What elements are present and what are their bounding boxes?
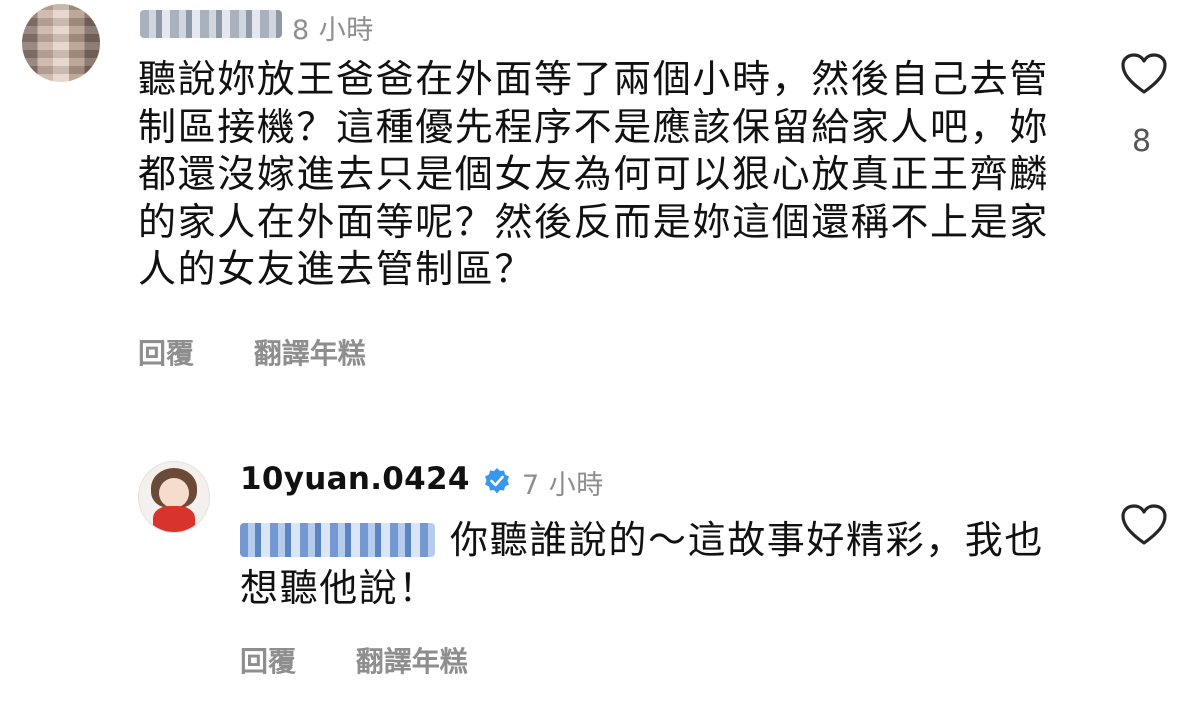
translate-button[interactable]: 翻譯年糕 — [356, 640, 468, 680]
comment-2: 10yuan.0424 7 小時 你聽誰說的～這故事好精彩，我也想聽他說！ 回覆… — [0, 455, 1200, 702]
verified-badge-icon — [485, 468, 509, 494]
comment-time: 8 小時 — [292, 15, 374, 46]
comment-actions: 回覆 翻譯年糕 — [138, 332, 366, 372]
avatar[interactable] — [22, 4, 100, 82]
heart-icon[interactable] — [1120, 52, 1168, 96]
username[interactable]: 10yuan.0424 — [240, 461, 470, 497]
avatar[interactable] — [138, 461, 210, 533]
reply-button[interactable]: 回覆 — [240, 640, 296, 680]
reply-button[interactable]: 回覆 — [138, 332, 194, 372]
comment-text: 你聽誰說的～這故事好精彩，我也想聽他說！ — [240, 518, 1045, 610]
like-count: 8 — [1132, 124, 1152, 159]
comment-text: 聽說妳放王爸爸在外面等了兩個小時，然後自己去管制區接機？這種優先程序不是應該保留… — [138, 57, 1049, 291]
heart-icon[interactable] — [1120, 503, 1168, 547]
comment-actions: 回覆 翻譯年糕 — [240, 640, 468, 680]
comment-1: 8 小時 聽說妳放王爸爸在外面等了兩個小時，然後自己去管制區接機？這種優先程序不… — [0, 0, 1200, 400]
translate-button[interactable]: 翻譯年糕 — [254, 332, 366, 372]
comment-time: 7 小時 — [522, 470, 604, 501]
blurred-username[interactable] — [140, 10, 282, 38]
